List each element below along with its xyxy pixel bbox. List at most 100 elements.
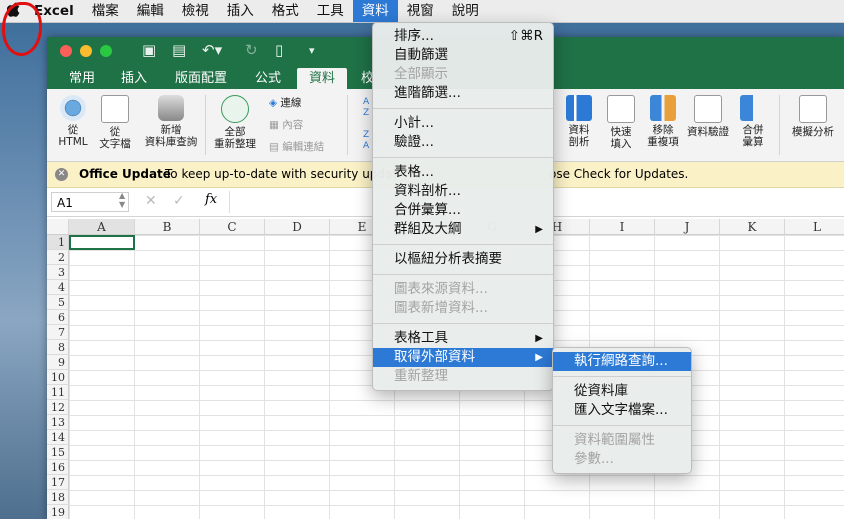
name-box[interactable]: A1 xyxy=(51,192,129,212)
get-external-data-label: 取得外部資料 xyxy=(394,349,475,365)
close-window-button[interactable] xyxy=(60,45,72,57)
what-if-icon xyxy=(799,95,827,123)
row-header[interactable]: 13 xyxy=(47,415,69,430)
col-header[interactable]: B xyxy=(135,219,200,235)
col-header[interactable]: I xyxy=(590,219,655,235)
refresh-all-label: 全部 重新整理 xyxy=(214,126,256,150)
menu-separator xyxy=(373,108,553,109)
sort-shortcut: ⇧⌘R xyxy=(508,28,543,44)
tab-data[interactable]: 資料 xyxy=(297,68,348,89)
menu-file[interactable]: 檔案 xyxy=(83,0,128,22)
remove-duplicates-button[interactable]: 移除 重複項 xyxy=(643,95,683,148)
submenu-item-web-query[interactable]: 執行網路查詢... xyxy=(553,352,691,371)
menu-item-autofilter[interactable]: 自動篩選 xyxy=(373,46,553,65)
tab-insert[interactable]: 插入 xyxy=(109,68,159,89)
external-data-submenu: 執行網路查詢... 從資料庫 匯入文字檔案... 資料範圍屬性 參數... xyxy=(552,347,692,474)
select-all-corner[interactable] xyxy=(47,219,69,235)
cancel-icon[interactable]: ✕ xyxy=(145,193,157,209)
menu-item-sort[interactable]: 排序... ⇧⌘R xyxy=(373,27,553,46)
row-header[interactable]: 9 xyxy=(47,355,69,370)
row-header[interactable]: 19 xyxy=(47,505,69,519)
col-header[interactable]: J xyxy=(655,219,720,235)
menu-item-advanced-filter[interactable]: 進階篩選... xyxy=(373,84,553,103)
what-if-analysis-button[interactable]: 模擬分析 xyxy=(785,95,841,138)
menu-insert[interactable]: 插入 xyxy=(218,0,263,22)
menu-window[interactable]: 視窗 xyxy=(398,0,443,22)
minimize-window-button[interactable] xyxy=(80,45,92,57)
menu-item-chart-add-data[interactable]: 圖表新增資料... xyxy=(373,299,553,318)
tab-formulas[interactable]: 公式 xyxy=(243,68,293,89)
menu-item-group-outline[interactable]: 群組及大綱 ▶ xyxy=(373,220,553,239)
flash-fill-button[interactable]: 快速 填入 xyxy=(603,95,639,150)
save-icon[interactable]: ▤ xyxy=(172,41,186,59)
col-header[interactable]: D xyxy=(265,219,330,235)
menu-item-validation[interactable]: 驗證... xyxy=(373,133,553,152)
undo-icon[interactable]: ↶▾ xyxy=(202,41,222,59)
submenu-item-parameters[interactable]: 參數... xyxy=(553,450,691,469)
connections-button[interactable]: ◈ 連線 xyxy=(269,95,301,110)
menu-format[interactable]: 格式 xyxy=(263,0,308,22)
menu-view[interactable]: 檢視 xyxy=(173,0,218,22)
text-to-columns-button[interactable]: 資料 剖析 xyxy=(561,95,597,148)
menu-tools[interactable]: 工具 xyxy=(308,0,353,22)
row-header[interactable]: 3 xyxy=(47,265,69,280)
new-document-icon[interactable]: ▯ xyxy=(275,41,283,59)
menu-item-text-to-columns[interactable]: 資料剖析... xyxy=(373,182,553,201)
row-header[interactable]: 17 xyxy=(47,475,69,490)
submenu-item-from-database[interactable]: 從資料庫 xyxy=(553,382,691,401)
menu-item-show-all[interactable]: 全部顯示 xyxy=(373,65,553,84)
tab-page-layout[interactable]: 版面配置 xyxy=(163,68,239,89)
row-header[interactable]: 8 xyxy=(47,340,69,355)
selected-cell-a1[interactable] xyxy=(69,235,135,250)
name-box-stepper-icon[interactable]: ▲ ▼ xyxy=(119,191,125,209)
fx-icon[interactable]: fx xyxy=(205,192,217,207)
sidebar-toggle-icon[interactable]: ▣ xyxy=(142,41,156,59)
menu-item-table[interactable]: 表格... xyxy=(373,163,553,182)
col-header[interactable]: A xyxy=(69,219,135,235)
submenu-item-import-text[interactable]: 匯入文字檔案... xyxy=(553,401,691,420)
menu-item-get-external-data[interactable]: 取得外部資料 ▶ xyxy=(373,348,553,367)
menu-item-pivottable[interactable]: 以樞紐分析表摘要 xyxy=(373,250,553,269)
menu-help[interactable]: 說明 xyxy=(443,0,488,22)
row-header[interactable]: 12 xyxy=(47,400,69,415)
row-header[interactable]: 18 xyxy=(47,490,69,505)
col-header[interactable]: C xyxy=(200,219,265,235)
new-database-query-button[interactable]: 新增 資料庫查詢 xyxy=(141,95,201,148)
row-header[interactable]: 4 xyxy=(47,280,69,295)
submenu-item-range-properties[interactable]: 資料範圍屬性 xyxy=(553,431,691,450)
maximize-window-button[interactable] xyxy=(100,45,112,57)
data-validation-button[interactable]: 資料驗證 xyxy=(685,95,731,138)
row-header[interactable]: 6 xyxy=(47,310,69,325)
row-header[interactable]: 10 xyxy=(47,370,69,385)
menu-data[interactable]: 資料 xyxy=(352,0,398,22)
dismiss-icon[interactable]: ✕ xyxy=(55,168,68,181)
row-header[interactable]: 11 xyxy=(47,385,69,400)
properties-button[interactable]: ▦ 內容 xyxy=(269,117,303,132)
refresh-all-button[interactable]: 全部 重新整理 xyxy=(211,95,259,150)
menu-item-table-tools[interactable]: 表格工具 ▶ xyxy=(373,329,553,348)
row-header[interactable]: 16 xyxy=(47,460,69,475)
tab-home[interactable]: 常用 xyxy=(57,68,107,89)
row-header[interactable]: 7 xyxy=(47,325,69,340)
menu-item-chart-source[interactable]: 圖表來源資料... xyxy=(373,280,553,299)
row-header[interactable]: 5 xyxy=(47,295,69,310)
customize-toolbar-icon[interactable]: ▾ xyxy=(309,44,315,57)
row-header[interactable]: 15 xyxy=(47,445,69,460)
from-text-button[interactable]: 從 文字檔 xyxy=(97,95,133,150)
menu-separator xyxy=(553,376,691,377)
from-html-button[interactable]: 從 HTML xyxy=(55,95,91,148)
redo-icon[interactable]: ↻ xyxy=(245,41,258,59)
confirm-icon[interactable]: ✓ xyxy=(173,193,185,209)
edit-links-button[interactable]: ▤ 編輯連結 xyxy=(269,139,324,154)
row-header[interactable]: 2 xyxy=(47,250,69,265)
col-header[interactable]: K xyxy=(720,219,785,235)
menu-item-refresh[interactable]: 重新整理 xyxy=(373,367,553,386)
menu-item-subtotal[interactable]: 小計... xyxy=(373,114,553,133)
row-header[interactable]: 14 xyxy=(47,430,69,445)
menu-edit[interactable]: 編輯 xyxy=(128,0,173,22)
sort-az-icon[interactable]: AZZA xyxy=(363,97,369,152)
row-header[interactable]: 1 xyxy=(47,235,69,250)
menu-item-consolidate[interactable]: 合併彙算... xyxy=(373,201,553,220)
col-header[interactable]: L xyxy=(785,219,844,235)
consolidate-button[interactable]: 合併 彙算 xyxy=(735,95,771,148)
